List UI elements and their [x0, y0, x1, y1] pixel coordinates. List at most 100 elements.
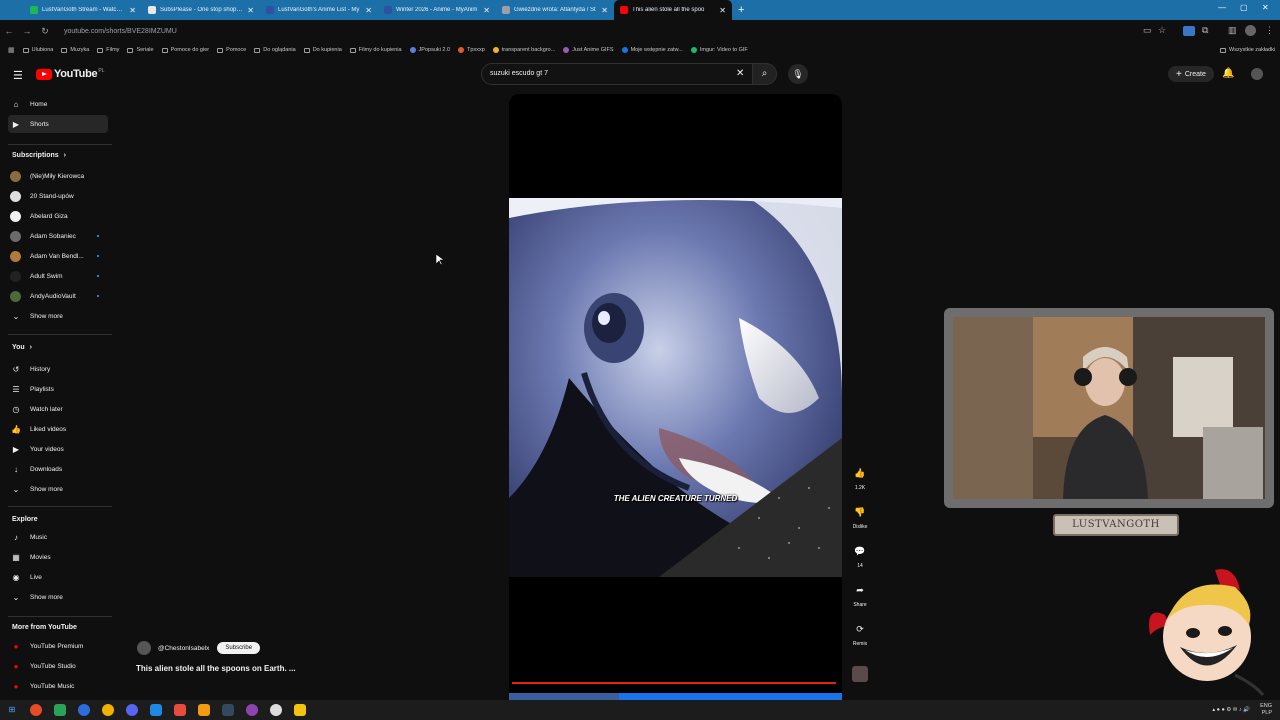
bookmark-item[interactable]: Ulubiona [22, 47, 53, 53]
voice-search-button[interactable]: 🎙 [788, 64, 808, 84]
subscribe-button[interactable]: Subscribe [217, 642, 261, 654]
bookmark-item[interactable]: JPopsuki 2.0 [409, 47, 450, 53]
browser-tab[interactable]: Winter 2026 - Anime - MyAnim ✕ [378, 0, 496, 20]
url-field[interactable]: youtube.com/shorts/BVE28IMZUMU [64, 28, 177, 35]
bookmark-item[interactable]: Moje wstępnie zatw... [621, 47, 683, 53]
discord-app-icon[interactable] [126, 704, 138, 716]
apps-grid-icon[interactable]: ▦ [8, 46, 15, 54]
vlc-app-icon[interactable] [198, 704, 210, 716]
obs-app-icon[interactable] [246, 704, 258, 716]
browser-tab[interactable]: This alien stole all the spoo ✕ [614, 0, 732, 20]
file-explorer-icon[interactable] [294, 704, 306, 716]
start-menu-icon[interactable]: ⊞ [6, 704, 18, 716]
sidebar-subscription-item[interactable]: 20 Stand-upów [8, 187, 108, 205]
close-tab-icon[interactable]: ✕ [365, 6, 372, 15]
sidebar-item-your-videos[interactable]: ▶ Your videos [8, 440, 108, 458]
extension-icon[interactable] [1183, 26, 1195, 36]
sidebar-subscription-item[interactable]: Adult Swim [8, 267, 108, 285]
chrome-app-icon[interactable] [30, 704, 42, 716]
browser-app-icon[interactable] [78, 704, 90, 716]
bookmark-item[interactable]: Do kupienia [303, 47, 342, 53]
sidebar-subscription-item[interactable]: Adam Van Bendl... [8, 247, 108, 265]
browser-tab[interactable]: LustVanGoth's Anime List - My ✕ [260, 0, 378, 20]
sidebar-panel-icon[interactable]: ▥ [1228, 25, 1237, 36]
tray-language[interactable]: ENG PLP [1260, 703, 1272, 717]
close-window-icon[interactable]: ✕ [1262, 3, 1269, 12]
search-input[interactable]: suzuki escudo gt 7 [481, 63, 753, 85]
close-tab-icon[interactable]: ✕ [483, 6, 490, 15]
share-button[interactable]: ➦ Share [849, 581, 871, 608]
sidebar-item-youtube-product[interactable]: ● YouTube Music [8, 677, 108, 695]
sidebar-item-playlists[interactable]: ☰ Playlists [8, 380, 108, 398]
comment-button[interactable]: 💬 14 [849, 542, 871, 569]
hamburger-menu-icon[interactable]: ☰ [13, 69, 23, 82]
video-progress-bar[interactable] [512, 682, 836, 684]
close-tab-icon[interactable]: ✕ [601, 6, 608, 15]
app-icon-4[interactable] [102, 704, 114, 716]
app-icon-6[interactable] [150, 704, 162, 716]
bookmark-item[interactable]: Do oglądania [254, 47, 296, 53]
bookmark-item[interactable]: Just Anime GIFS [563, 47, 614, 53]
back-icon[interactable]: ← [0, 26, 18, 36]
create-button[interactable]: + Create [1168, 66, 1214, 82]
bookmark-item[interactable]: Filmy do kupienia [349, 47, 402, 53]
dislike-button[interactable]: 👎 Dislike [849, 503, 871, 530]
bookmark-item[interactable]: Pomoce [217, 47, 246, 53]
remix-button[interactable]: ⟳ Remix [849, 620, 871, 647]
sidebar-subscription-item[interactable]: (Nie)Miły Kierowca [8, 167, 108, 185]
search-button[interactable]: ⌕ [753, 63, 777, 85]
bookmark-item[interactable]: Imgur: Video to GIF [690, 47, 748, 53]
sidebar-item-music[interactable]: ♪ Music [8, 528, 108, 546]
minimize-icon[interactable]: — [1218, 3, 1226, 12]
bookmark-item[interactable]: Filmy [97, 47, 119, 53]
video-frame[interactable] [509, 198, 842, 577]
app-icon-11[interactable] [270, 704, 282, 716]
close-tab-icon[interactable]: ✕ [719, 6, 726, 15]
audio-track-thumbnail[interactable] [852, 666, 868, 682]
sidebar-item-downloads[interactable]: ↓ Downloads [8, 460, 108, 478]
sidebar-item-liked-videos[interactable]: 👍 Liked videos [8, 420, 108, 438]
bookmark-item[interactable]: Muzyka [61, 47, 89, 53]
bookmark-item[interactable]: Pomoce do gier [161, 47, 209, 53]
browser-tab[interactable]: Gwiezdne wrota: Atlantyda / St ✕ [496, 0, 614, 20]
bookmark-item[interactable]: Seriale [127, 47, 154, 53]
tray-icons[interactable]: ▴ ● ● ⚙ ✉ ♪ 🔊 [1212, 707, 1250, 713]
sidebar-subscription-item[interactable]: Abelard Giza [8, 207, 108, 225]
sidebar-subscription-item[interactable]: AndyAudioVault [8, 287, 108, 305]
channel-name[interactable]: @ChestonIsabelx [158, 645, 209, 652]
sidebar-item-watch-later[interactable]: ◷ Watch later [8, 400, 108, 418]
browser-tab[interactable]: LustVanGoth Stream - Watch Liv ✕ [24, 0, 142, 20]
bookmark-item[interactable]: Tpxxxp [458, 47, 485, 53]
notifications-bell-icon[interactable]: 🔔 [1222, 68, 1234, 79]
sidebar-item-shorts[interactable]: ▶ Shorts [8, 115, 108, 133]
browser-menu-icon[interactable]: ⋮ [1265, 25, 1274, 36]
show-more-subscriptions[interactable]: ⌄ Show more [8, 307, 108, 325]
sidebar-item-live[interactable]: ◉ Live [8, 568, 108, 586]
sidebar-subscription-item[interactable]: Adam Sobaniec [8, 227, 108, 245]
youtube-logo[interactable]: YouTube PL [36, 68, 104, 80]
steam-app-icon[interactable] [222, 704, 234, 716]
clear-search-icon[interactable]: ✕ [736, 68, 744, 79]
subscriptions-header[interactable]: Subscriptions › [12, 152, 66, 159]
close-tab-icon[interactable]: ✕ [247, 6, 254, 15]
explore-header[interactable]: Explore [12, 516, 38, 523]
channel-avatar[interactable] [137, 641, 151, 655]
bookmark-star-icon[interactable]: ☆ [1158, 25, 1166, 36]
profile-avatar[interactable] [1245, 25, 1256, 36]
reload-icon[interactable]: ↻ [36, 26, 54, 37]
you-header[interactable]: You › [12, 344, 32, 351]
forward-icon[interactable]: → [18, 26, 36, 36]
video-title[interactable]: This alien stole all the spoons on Earth… [136, 664, 296, 673]
sidebar-item-history[interactable]: ↺ History [8, 360, 108, 378]
next-short-preview[interactable] [509, 693, 842, 700]
close-tab-icon[interactable]: ✕ [129, 6, 136, 15]
show-more-explore[interactable]: ⌄ Show more [8, 588, 108, 606]
cast-icon[interactable]: ▭ [1143, 25, 1152, 36]
account-avatar[interactable] [1251, 68, 1263, 80]
sidebar-item-home[interactable]: ⌂ Home [8, 95, 108, 113]
app-icon-7[interactable] [174, 704, 186, 716]
bookmark-item[interactable]: transparent backgro... [492, 47, 555, 53]
terminal-app-icon[interactable] [54, 704, 66, 716]
show-more-you[interactable]: ⌄ Show more [8, 480, 108, 498]
sidebar-item-youtube-product[interactable]: ● YouTube Studio [8, 657, 108, 675]
